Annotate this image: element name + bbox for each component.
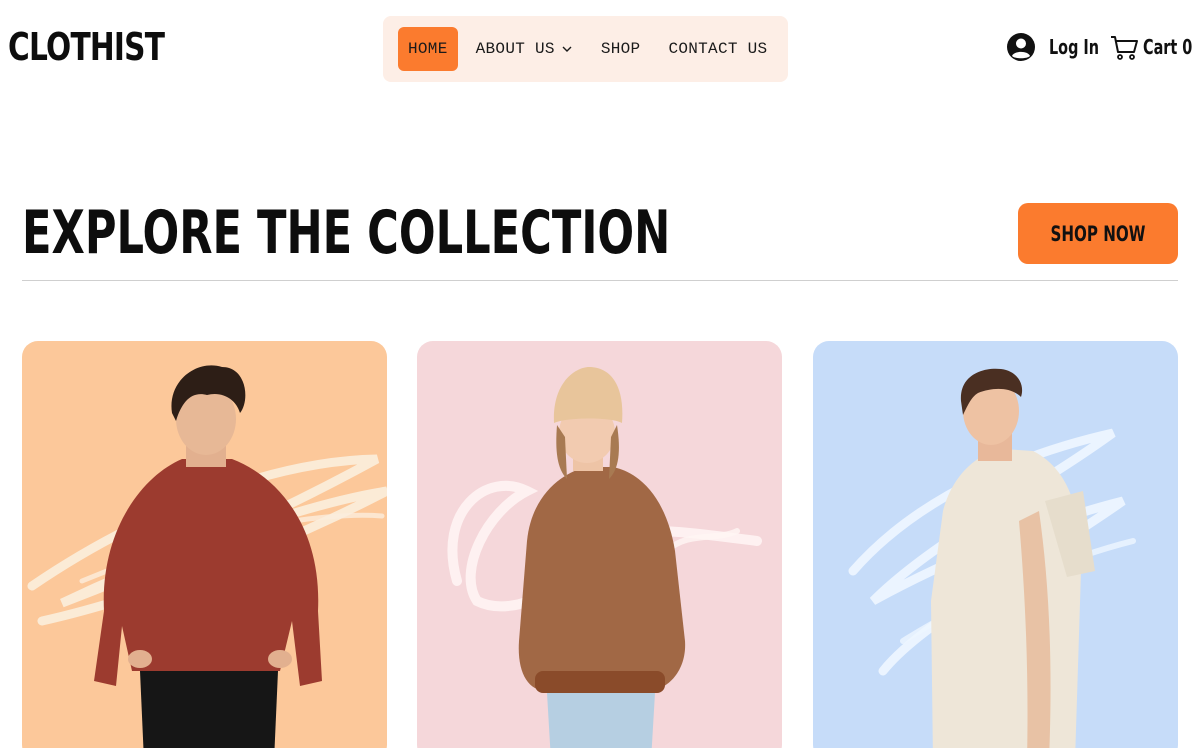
cart-button[interactable]: Cart 0 — [1109, 32, 1200, 62]
nav-item-home[interactable]: HOME — [398, 27, 458, 71]
man-cream-shirt-photo — [813, 341, 1178, 748]
man-red-sweater-photo — [22, 341, 387, 748]
nav-item-about-us[interactable]: ABOUT US — [466, 27, 583, 71]
product-card[interactable] — [22, 341, 387, 748]
cart-count: 0 — [1182, 35, 1193, 59]
shop-now-button[interactable]: SHOP NOW — [1018, 203, 1178, 264]
nav-item-contact-us[interactable]: CONTACT US — [658, 27, 777, 71]
account-icon — [1007, 33, 1035, 61]
cart-icon — [1111, 36, 1138, 60]
chevron-down-icon — [562, 46, 572, 52]
product-card[interactable] — [813, 341, 1178, 748]
login-label: Log In — [1049, 35, 1100, 59]
cart-label: Cart — [1143, 35, 1178, 59]
nav-item-label: HOME — [408, 40, 448, 58]
divider — [22, 280, 1178, 281]
nav-item-label: SHOP — [600, 40, 641, 58]
main-nav: HOME ABOUT US SHOP CONTACT US — [383, 16, 788, 82]
section-title: EXPLORE THE COLLECTION — [22, 198, 671, 268]
shop-now-label: SHOP NOW — [1050, 221, 1146, 246]
product-card[interactable] — [417, 341, 782, 748]
brand-logo[interactable]: CLOTHIST — [8, 22, 165, 72]
nav-item-label: CONTACT US — [668, 40, 768, 58]
nav-item-shop[interactable]: SHOP — [591, 27, 651, 71]
nav-item-label: ABOUT US — [475, 40, 555, 58]
login-button[interactable]: Log In — [1006, 32, 1118, 62]
woman-brown-sweater-beanie-photo — [417, 341, 782, 748]
